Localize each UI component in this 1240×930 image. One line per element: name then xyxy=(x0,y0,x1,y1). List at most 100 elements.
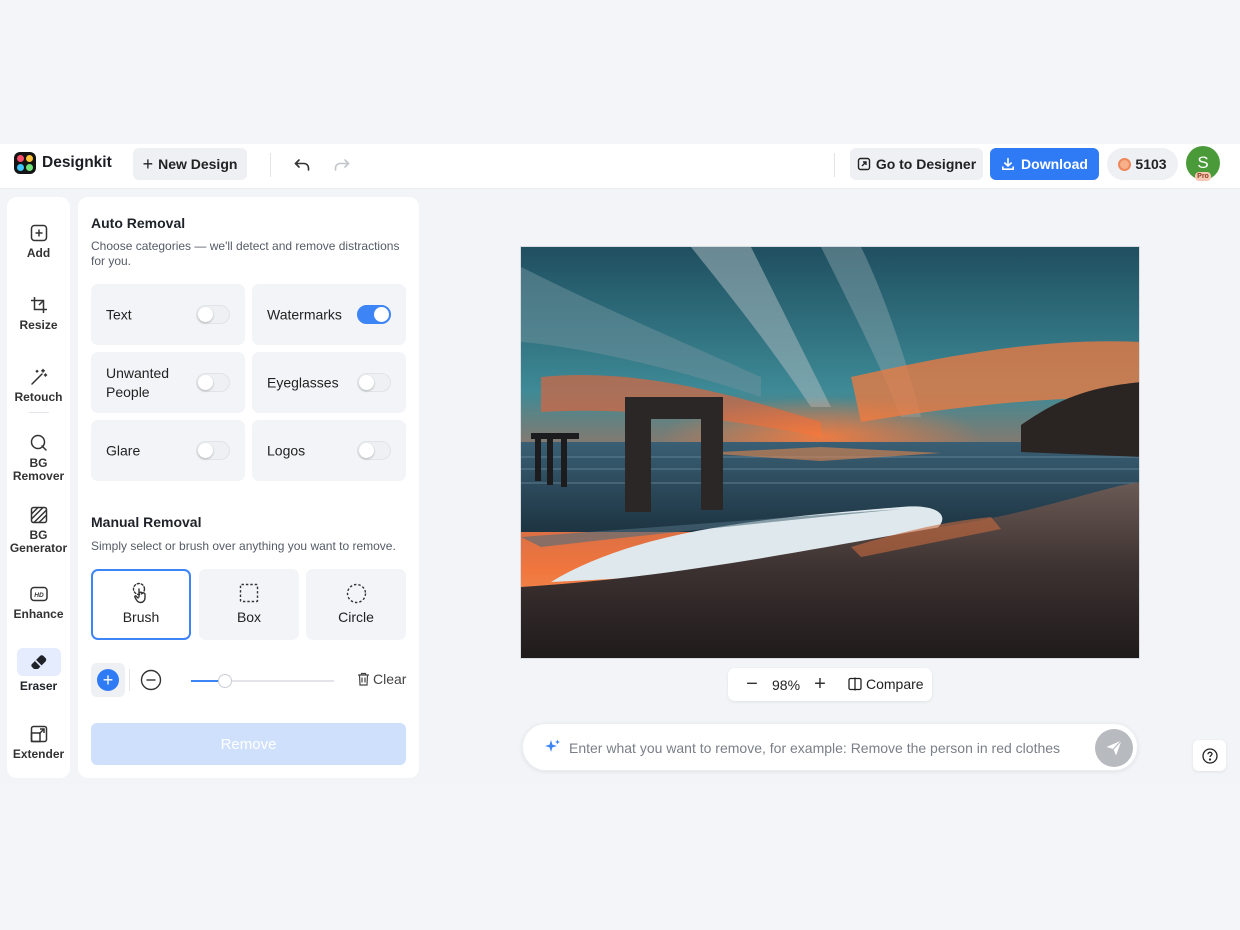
manual-removal-description: Simply select or brush over anything you… xyxy=(91,539,396,553)
toolbar-divider xyxy=(834,153,835,177)
remove-button[interactable]: Remove xyxy=(91,723,406,765)
beach-sunset-photo xyxy=(521,247,1139,658)
new-design-label: New Design xyxy=(158,156,238,172)
mode-label: Brush xyxy=(122,609,160,625)
slider-handle[interactable] xyxy=(218,674,233,688)
clear-label: Clear xyxy=(373,671,407,687)
text-toggle[interactable] xyxy=(196,305,230,324)
tool-eraser[interactable]: Eraser xyxy=(7,648,70,708)
option-label: Logos xyxy=(267,442,306,458)
canvas-image[interactable] xyxy=(520,246,1140,659)
credits-badge[interactable]: 5103 xyxy=(1107,148,1178,180)
mode-label: Circle xyxy=(338,609,374,625)
tool-label: BG Generator xyxy=(9,528,68,555)
auto-removal-title: Auto Removal xyxy=(91,215,186,231)
option-unwanted-people[interactable]: Unwanted People xyxy=(91,352,245,413)
option-label: Watermarks xyxy=(267,306,342,322)
size-divider xyxy=(129,669,130,691)
minus-circle-icon xyxy=(140,669,162,691)
option-logos[interactable]: Logos xyxy=(252,420,406,481)
tool-resize[interactable]: Resize xyxy=(7,291,70,351)
option-text[interactable]: Text xyxy=(91,284,245,345)
option-label: Text xyxy=(106,306,132,322)
option-eyeglasses[interactable]: Eyeglasses xyxy=(252,352,406,413)
tool-label: Eraser xyxy=(19,679,58,693)
logos-toggle[interactable] xyxy=(357,441,391,460)
hd-icon: HD xyxy=(29,584,49,604)
logo-icon xyxy=(14,152,36,174)
go-to-designer-label: Go to Designer xyxy=(875,156,977,172)
toolbar-divider xyxy=(270,153,271,177)
app-name: Designkit xyxy=(42,154,112,171)
redo-icon xyxy=(334,159,350,171)
extender-icon xyxy=(29,724,49,744)
manual-removal-title: Manual Removal xyxy=(91,514,202,530)
svg-text:HD: HD xyxy=(34,592,44,599)
eraser-panel: Auto Removal Choose categories — we'll d… xyxy=(78,197,419,778)
tool-label: BG Remover xyxy=(12,456,65,483)
mode-box[interactable]: Box xyxy=(199,569,299,640)
eyeglasses-toggle[interactable] xyxy=(357,373,391,392)
redo-button[interactable] xyxy=(330,153,354,177)
trash-icon xyxy=(358,672,369,686)
mode-label: Box xyxy=(236,609,262,625)
unwanted-people-toggle[interactable] xyxy=(196,373,230,392)
brush-size-decrease-button[interactable] xyxy=(140,669,162,691)
go-to-designer-button[interactable]: Go to Designer xyxy=(850,148,983,180)
tool-enhance[interactable]: HD Enhance xyxy=(7,580,70,640)
send-icon xyxy=(1106,740,1122,756)
help-icon xyxy=(1201,747,1218,764)
tool-add[interactable]: Add xyxy=(7,219,70,279)
plus-icon: + xyxy=(97,669,119,691)
option-label: Glare xyxy=(106,442,141,458)
mode-brush[interactable]: Brush xyxy=(91,569,191,640)
option-watermarks[interactable]: Watermarks xyxy=(252,284,406,345)
plus-icon: + xyxy=(142,154,154,174)
option-label: Unwanted People xyxy=(106,364,170,400)
option-glare[interactable]: Glare xyxy=(91,420,245,481)
brush-size-slider[interactable] xyxy=(191,674,334,688)
undo-icon xyxy=(294,159,310,171)
tool-bg-generator[interactable]: BG Generator xyxy=(7,501,70,561)
compare-button[interactable]: Compare xyxy=(848,676,924,692)
download-icon xyxy=(1002,157,1015,170)
clear-button[interactable]: Clear xyxy=(357,671,406,687)
tool-retouch[interactable]: Retouch xyxy=(7,363,70,423)
brush-size-increase-button[interactable]: + xyxy=(91,663,125,697)
circle-select-icon xyxy=(345,582,367,604)
credits-count: 5103 xyxy=(1135,156,1167,172)
remove-prompt-input[interactable] xyxy=(569,736,1089,760)
tool-bg-remover[interactable]: BG Remover xyxy=(7,429,70,489)
toolbar-separator xyxy=(29,412,49,413)
top-bar: Designkit + New Design Go to Designer Do… xyxy=(0,144,1240,189)
eraser-icon xyxy=(16,648,61,676)
new-design-button[interactable]: + New Design xyxy=(133,148,247,180)
undo-button[interactable] xyxy=(290,153,314,177)
zoom-out-button[interactable]: − xyxy=(741,673,763,695)
glare-toggle[interactable] xyxy=(196,441,230,460)
brush-hand-icon xyxy=(130,582,152,604)
sparkle-icon xyxy=(545,739,560,752)
tool-label: Retouch xyxy=(14,390,63,404)
tool-extender[interactable]: Extender xyxy=(7,720,70,780)
prompt-bar xyxy=(522,723,1138,771)
bg-generator-icon xyxy=(29,505,49,525)
option-label: Eyeglasses xyxy=(267,374,339,390)
watermarks-toggle[interactable] xyxy=(357,305,391,324)
logo[interactable]: Designkit xyxy=(14,152,112,174)
download-button[interactable]: Download xyxy=(990,148,1099,180)
zoom-level: 98% xyxy=(772,677,801,693)
box-select-icon xyxy=(238,582,260,604)
magic-wand-icon xyxy=(29,367,49,387)
mode-circle[interactable]: Circle xyxy=(306,569,406,640)
tool-label: Enhance xyxy=(13,607,64,621)
help-button[interactable] xyxy=(1193,740,1226,771)
compare-icon xyxy=(848,677,862,691)
send-button[interactable] xyxy=(1095,729,1133,767)
auto-removal-description: Choose categories — we'll detect and rem… xyxy=(91,239,400,268)
coin-icon xyxy=(1118,157,1132,171)
open-designer-icon xyxy=(857,157,871,171)
zoom-in-button[interactable]: + xyxy=(809,673,831,695)
left-toolbar: Add Resize Retouch BG Remover BG Generat… xyxy=(7,197,70,778)
crop-icon xyxy=(29,295,49,315)
